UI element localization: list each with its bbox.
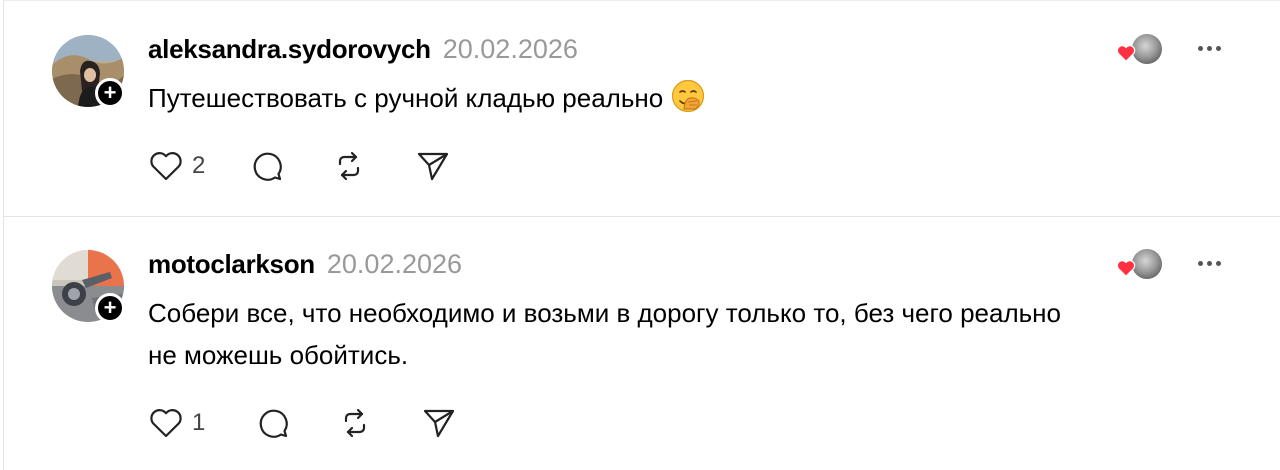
plus-icon: + [103,80,117,105]
more-button[interactable] [1198,261,1221,266]
comment-button[interactable] [255,405,291,441]
like-button[interactable]: 2 [148,149,205,183]
thread-container [3,0,1280,470]
top-divider [3,0,1280,1]
more-icon [1198,261,1203,266]
share-icon [418,152,449,181]
comment-icon [260,409,289,438]
plus-icon: + [103,295,117,320]
username[interactable]: aleksandra.sydorovych [148,34,431,65]
more-icon-dot [1207,46,1212,51]
repost-icon [345,408,366,438]
timestamp[interactable]: 20.02.2026 [443,34,578,65]
heart-icon [1116,260,1136,277]
more-icon [1198,46,1203,51]
more-button[interactable] [1198,46,1221,51]
post-divider [3,216,1280,217]
liker-avatar [1132,34,1162,64]
post-text: Собери все, что необходимо и возьми в до… [148,292,1228,376]
face-with-hand-over-mouth-icon [672,79,705,113]
comment-icon [254,152,283,181]
repost-button[interactable] [337,405,373,441]
liker-avatar [1132,249,1162,279]
follow-button[interactable]: + [95,78,125,108]
action-bar: 1 [148,405,457,441]
share-button[interactable] [415,148,451,184]
post-text-content: Путешествовать с ручной кладью реально [148,83,664,113]
share-button[interactable] [421,405,457,441]
follow-button[interactable]: + [95,293,125,323]
like-count: 2 [192,152,206,179]
post-text-line: не можешь обойтись. [148,340,409,370]
repost-button[interactable] [331,148,367,184]
timestamp[interactable]: 20.02.2026 [327,249,462,280]
post-text: Путешествовать с ручной кладью реально [148,77,1228,119]
heart-icon [150,409,182,438]
username[interactable]: motoclarkson [148,249,315,280]
post-header: motoclarkson 20.02.2026 [148,249,462,280]
action-bar: 2 [148,148,451,184]
more-icon-dot [1216,46,1221,51]
heart-icon [150,152,182,181]
like-button[interactable]: 1 [148,406,205,440]
repost-icon [339,151,360,181]
heart-icon [1116,45,1136,62]
post-header: aleksandra.sydorovych 20.02.2026 [148,34,578,65]
comment-button[interactable] [249,148,285,184]
liker-avatars[interactable] [1116,249,1166,285]
liker-avatars[interactable] [1116,34,1166,70]
like-count: 1 [192,409,206,436]
more-icon-dot [1207,261,1212,266]
more-icon-dot [1216,261,1221,266]
post-text-line: Собери все, что необходимо и возьми в до… [148,298,1061,328]
share-icon [424,409,455,438]
